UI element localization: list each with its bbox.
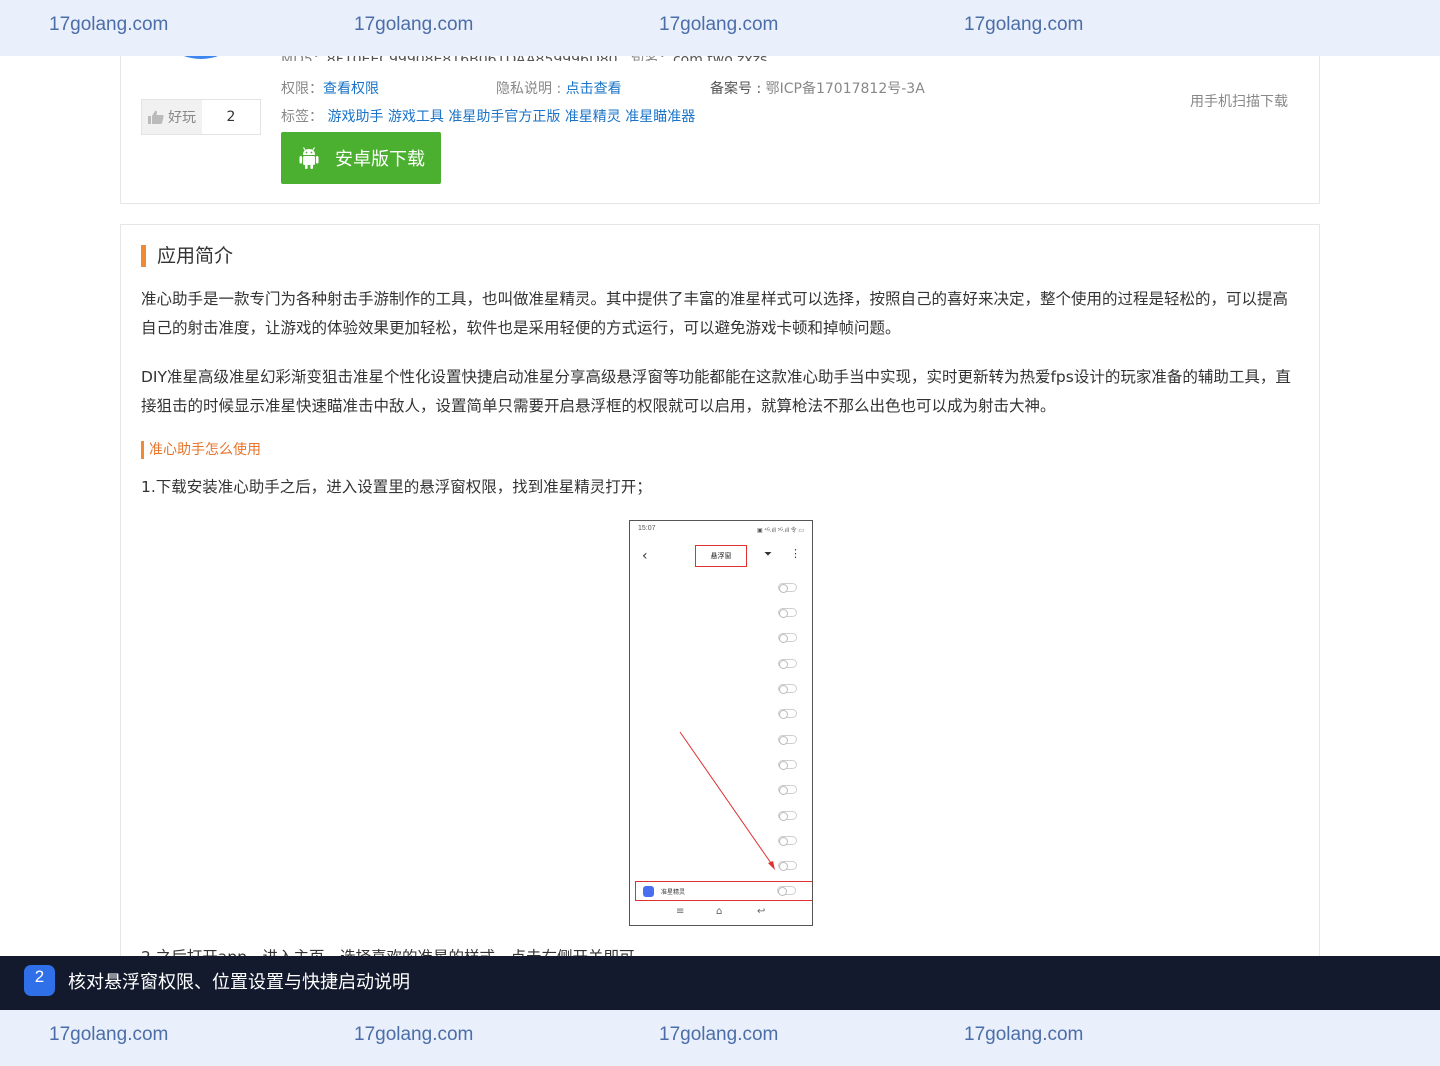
tag-link[interactable]: 准星助手官方正版 [448, 109, 560, 125]
android-icon [299, 147, 319, 169]
home-nav-icon: ⌂ [716, 906, 723, 917]
watermark-text: 17golang.com [659, 14, 779, 35]
privacy-row: 隐私说明 : 点击查看 [496, 78, 622, 98]
icp-row: 备案号 : 鄂ICP备17017812号-3A [710, 78, 925, 98]
app-row-icon [643, 886, 654, 897]
task-bar: 2 核对悬浮窗权限、位置设置与快捷启动说明 [0, 956, 1440, 1010]
intro-paragraph: 准心助手是一款专门为各种射击手游制作的工具，也叫做准星精灵。其中提供了丰富的准星… [141, 290, 1289, 337]
watermark-text: 17golang.com [49, 1024, 169, 1045]
howto-subtitle: 准心助手怎么使用 [141, 441, 261, 459]
intro-paragraph: DIY准星高级准星幻彩渐变狙击准星个性化设置快捷启动准星分享高级悬浮窗等功能都能… [141, 368, 1291, 415]
tag-link[interactable]: 游戏工具 [388, 109, 444, 125]
watermark-text: 17golang.com [49, 14, 169, 35]
like-widget: 好玩 2 [141, 99, 261, 135]
tag-link[interactable]: 游戏助手 [327, 109, 383, 125]
toggle-switch [777, 886, 796, 896]
red-arrow-annotation [679, 731, 775, 870]
tags-label: 标签： [281, 109, 323, 125]
download-label: 安卓版下载 [335, 149, 425, 170]
icp-label: 备案号 : [710, 81, 766, 97]
watermark-text: 17golang.com [659, 1024, 779, 1045]
step-text: 1.下载安装准心助手之后，进入设置里的悬浮窗权限，找到准星精灵打开； [141, 478, 652, 496]
section-title: 应用简介 [141, 245, 233, 267]
phone-screenshot: 15:07 ▣ ⁴ᴳ.ıll ⁵ᴳ.ıll 令 ▭ ‹ 悬浮窗 ⏷ ⋮ 准星精灵… [629, 520, 813, 926]
menu-nav-icon: ≡ [676, 906, 685, 917]
tag-link[interactable]: 准星瞄准器 [625, 109, 695, 125]
privacy-label: 隐私说明 : [496, 81, 566, 97]
highlighted-app-row: 准星精灵 [635, 881, 812, 901]
watermark-bar-top: 17golang.com 17golang.com 17golang.com 1… [0, 0, 1440, 56]
icp-value: 鄂ICP备17017812号-3A [765, 81, 925, 97]
permission-row: 权限：查看权限 [281, 78, 379, 98]
tags-row: 标签： 游戏助手 游戏工具 准星助手官方正版 准星精灵 准星瞄准器 [281, 106, 695, 126]
like-count: 2 [226, 109, 236, 125]
watermark-bar-bottom: 17golang.com 17golang.com 17golang.com 1… [0, 1010, 1440, 1066]
qr-scan-label: 用手机扫描下载 [1190, 94, 1288, 110]
permission-label: 权限： [281, 81, 323, 97]
task-description: 核对悬浮窗权限、位置设置与快捷启动说明 [68, 972, 410, 993]
watermark-text: 17golang.com [354, 1024, 474, 1045]
tag-link[interactable]: 准星精灵 [565, 109, 621, 125]
thumbs-up-icon [148, 110, 164, 124]
watermark-text: 17golang.com [354, 14, 474, 35]
back-nav-icon: ↩ [757, 906, 766, 917]
permission-link[interactable]: 查看权限 [323, 81, 379, 97]
intro-card: 应用简介 准心助手是一款专门为各种射击手游制作的工具，也叫做准星精灵。其中提供了… [120, 224, 1320, 984]
like-label: 好玩 [168, 110, 196, 126]
like-button[interactable]: 好玩 [142, 100, 202, 134]
watermark-text: 17golang.com [964, 14, 1084, 35]
task-number-badge: 2 [24, 965, 55, 996]
app-row-label: 准星精灵 [661, 889, 686, 896]
android-download-button[interactable]: 安卓版下载 [281, 132, 441, 184]
privacy-link[interactable]: 点击查看 [566, 81, 622, 97]
watermark-text: 17golang.com [964, 1024, 1084, 1045]
